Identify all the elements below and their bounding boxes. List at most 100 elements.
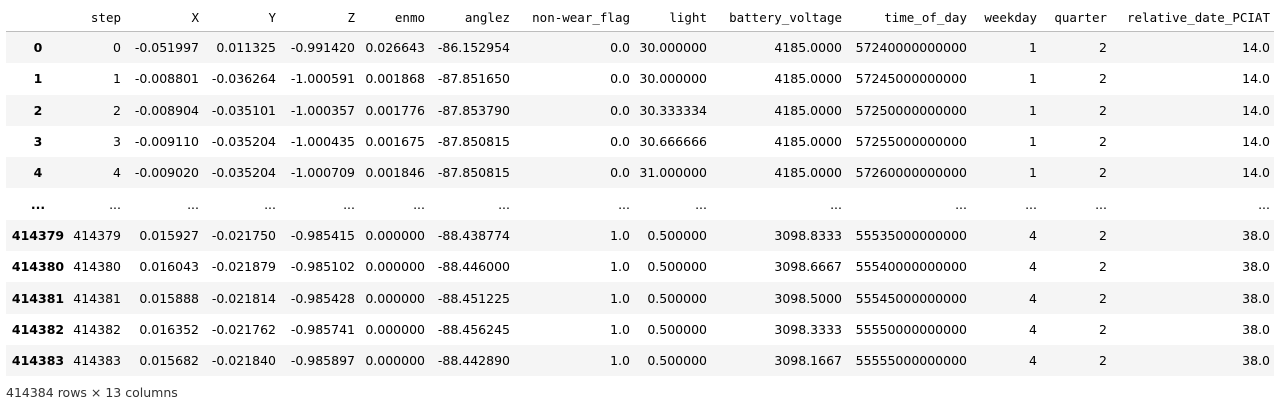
column-header: non-wear_flag (514, 3, 634, 32)
table-row: 414383 414383 0.015682 -0.021840 -0.985897 0.… (6, 344, 1274, 377)
table-cell: 2 (1099, 102, 1107, 118)
table-cell: 3098.1667 (774, 353, 842, 369)
table-cell: -0.021879 (211, 259, 276, 275)
table-cell: 4 (113, 165, 121, 181)
table-cell: -0.985897 (290, 353, 355, 369)
table-row: 2 2 -0.008904 -0.035101 -1.000357 0.001776 -87… (6, 94, 1274, 126)
table-cell: 55535000000000 (855, 227, 967, 243)
table-cell: 2 (1099, 134, 1107, 150)
table-cell: 0 (113, 40, 121, 56)
table-cell: 2 (1099, 259, 1107, 275)
row-index: 1 (33, 71, 43, 87)
table-cell: 4 (1029, 321, 1037, 337)
dataframe-shape-caption: 414384 rows × 13 columns (6, 385, 178, 400)
table-cell: 2 (1099, 321, 1107, 337)
table-cell: 0.000000 (365, 290, 425, 306)
table-cell: 4 (1029, 259, 1037, 275)
table-cell: 2 (1099, 353, 1107, 369)
table-cell: 0.001675 (365, 134, 425, 150)
table-cell: 1.0 (610, 259, 630, 275)
column-header: light (634, 3, 711, 32)
table-cell: 0.000000 (365, 321, 425, 337)
table-cell: -88.438774 (437, 227, 510, 243)
table-cell: 0.001776 (365, 102, 425, 118)
table-cell: -0.051997 (134, 40, 199, 56)
row-index: 414379 (11, 227, 65, 243)
row-index: 414383 (11, 353, 65, 369)
table-cell: 30.333334 (639, 102, 707, 118)
table-cell: -1.000435 (290, 134, 355, 150)
table-cell: -1.000709 (290, 165, 355, 181)
table-cell: -87.850815 (437, 134, 510, 150)
table-cell: -87.851650 (437, 71, 510, 87)
column-header: time_of_day (846, 3, 971, 32)
table-cell: 0.500000 (647, 290, 707, 306)
table-cell: 4185.0000 (774, 134, 842, 150)
table-cell: 3098.6667 (774, 259, 842, 275)
table-cell: 0.026643 (365, 40, 425, 56)
table-cell: -0.008801 (134, 71, 199, 87)
table-cell: 4 (1029, 227, 1037, 243)
table-cell: -0.985102 (290, 259, 355, 275)
table-cell: -0.021750 (211, 227, 276, 243)
table-cell: ... (413, 196, 425, 212)
column-header: X (125, 3, 203, 32)
table-cell: 14.0 (1242, 71, 1270, 87)
table-body: 0 0 -0.051997 0.011325 -0.991420 0.026643 -86.… (6, 31, 1274, 377)
table-row: 3 3 -0.009110 -0.035204 -1.000435 0.001675 -87… (6, 125, 1274, 158)
table-cell: 414383 (73, 353, 121, 369)
dataframe-table: step X Y Zenmo anglez non-wear_flag light batte… (6, 3, 1274, 377)
table-cell: 1 (1029, 40, 1037, 56)
table-cell: 3098.8333 (774, 227, 842, 243)
row-index: 2 (33, 102, 43, 118)
table-cell: 1.0 (610, 353, 630, 369)
table-cell: 4185.0000 (774, 165, 842, 181)
table-cell: 2 (1099, 165, 1107, 181)
table-cell: 1 (1029, 165, 1037, 181)
row-index: 414381 (11, 290, 65, 306)
table-cell: -88.451225 (437, 290, 510, 306)
table-cell: ... (1095, 196, 1107, 212)
table-cell: 0.0 (610, 71, 630, 87)
table-cell: ... (618, 196, 630, 212)
table-cell: 38.0 (1242, 321, 1270, 337)
table-cell: ... (109, 196, 121, 212)
table-cell: 4 (1029, 290, 1037, 306)
table-cell: ... (343, 196, 355, 212)
table-cell: 0.000000 (365, 353, 425, 369)
column-header: relative_date_PCIAT (1111, 3, 1274, 32)
table-row: 414379 414379 0.015927 -0.021750 -0.985415 0.… (6, 219, 1274, 252)
table-cell: 0.500000 (647, 227, 707, 243)
table-cell: 3098.5000 (774, 290, 842, 306)
column-header: step (70, 3, 125, 32)
table-cell: -0.021814 (211, 290, 276, 306)
table-cell: 0.001868 (365, 71, 425, 87)
table-cell: -0.021762 (211, 321, 276, 337)
table-cell: 0.001846 (365, 165, 425, 181)
table-cell: 55540000000000 (855, 259, 967, 275)
table-row: 0 0 -0.051997 0.011325 -0.991420 0.026643 -86.… (6, 31, 1274, 64)
table-cell: 57260000000000 (855, 165, 967, 181)
table-cell: 4 (1029, 353, 1037, 369)
table-cell: 1.0 (610, 290, 630, 306)
table-cell: 0.500000 (647, 321, 707, 337)
table-cell: 414381 (73, 290, 121, 306)
table-cell: -0.035204 (211, 165, 276, 181)
table-cell: -86.152954 (437, 40, 510, 56)
table-cell: 2 (1099, 40, 1107, 56)
row-index: 3 (33, 134, 43, 150)
table-cell: ... (830, 196, 842, 212)
table-cell: 0.0 (610, 102, 630, 118)
column-header: anglez (429, 3, 514, 32)
table-cell: -0.985741 (290, 321, 355, 337)
table-cell: 1 (1029, 102, 1037, 118)
table-cell: 55550000000000 (855, 321, 967, 337)
table-cell: -88.456245 (437, 321, 510, 337)
column-header: weekday (971, 3, 1041, 32)
table-cell: 1 (1029, 134, 1037, 150)
table-cell: 30.000000 (639, 71, 707, 87)
table-cell: 30.000000 (639, 40, 707, 56)
table-cell: 0.015888 (139, 290, 199, 306)
notebook-output-area: step X Y Zenmo anglez non-wear_flag light batte… (0, 0, 1281, 410)
table-cell: 0.000000 (365, 227, 425, 243)
